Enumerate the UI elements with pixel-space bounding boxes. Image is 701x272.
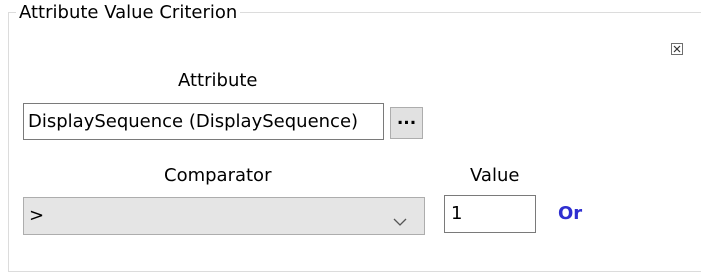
remove-criterion-button[interactable]	[671, 43, 683, 55]
comparator-selected-value: >	[29, 205, 45, 226]
comparator-select[interactable]: >	[23, 197, 425, 235]
group-title: Attribute Value Criterion	[16, 2, 241, 24]
value-input[interactable]: 1	[444, 195, 536, 233]
attribute-field[interactable]: DisplaySequence (DisplaySequence)	[23, 103, 384, 140]
browse-attribute-button[interactable]: ...	[390, 107, 423, 139]
comparator-label: Comparator	[164, 165, 272, 186]
attribute-label: Attribute	[178, 70, 258, 91]
or-link[interactable]: Or	[558, 203, 582, 225]
chevron-down-icon	[393, 212, 407, 231]
value-label: Value	[470, 165, 520, 186]
close-box-icon	[672, 44, 682, 54]
